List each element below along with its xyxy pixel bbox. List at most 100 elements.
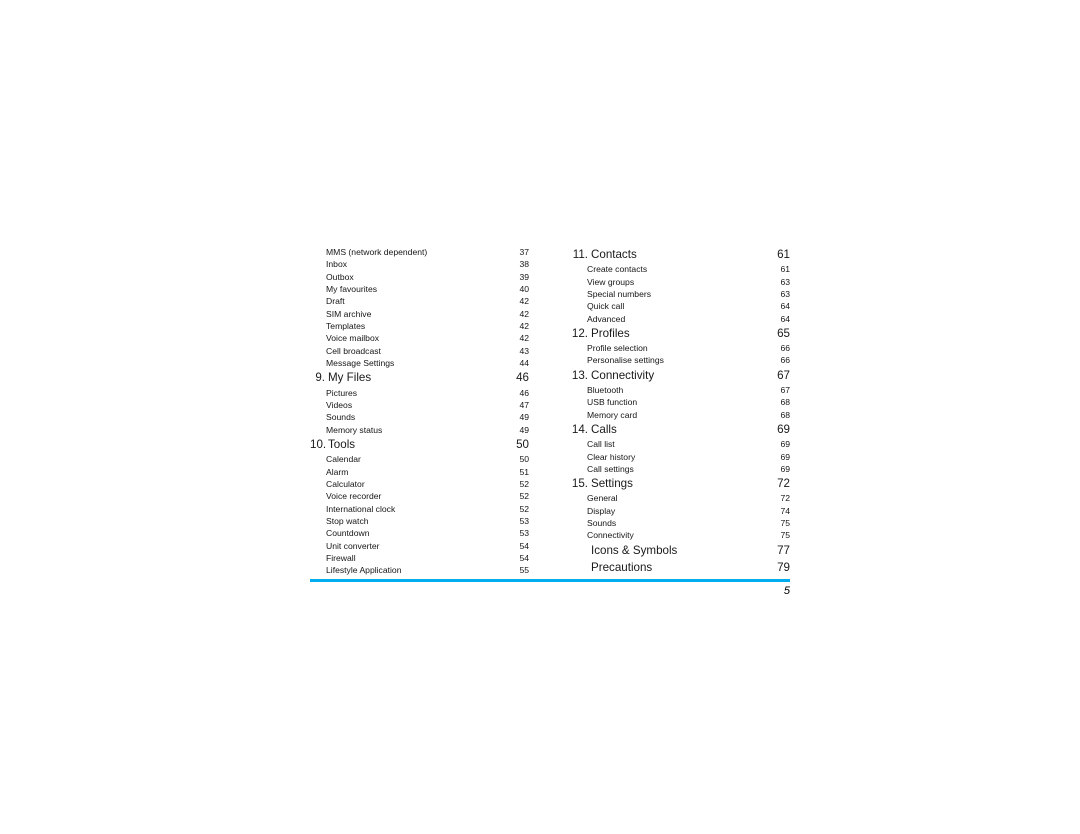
toc-page-number: 68: [780, 397, 790, 408]
toc-page-number: 68: [780, 409, 790, 420]
toc-entry-row[interactable]: Alarm 51: [310, 466, 529, 478]
toc-entry-row[interactable]: SIM archive 42: [310, 308, 529, 320]
toc-label-wrap: Inbox: [310, 258, 347, 270]
toc-label: View groups: [587, 276, 635, 287]
toc-entry-row[interactable]: Clear history 69: [571, 451, 790, 463]
toc-chapter-row[interactable]: 10. Tools 50: [310, 436, 529, 453]
toc-entry-row[interactable]: Countdown 53: [310, 527, 529, 539]
toc-chapter-number: 11.: [572, 248, 588, 261]
toc-chapter-number: 15.: [571, 477, 588, 491]
toc-label-wrap: Firewall: [310, 552, 356, 564]
toc-page-number: 72: [780, 493, 790, 504]
toc-entry-row[interactable]: Firewall 54: [310, 552, 529, 564]
toc-entry-row[interactable]: Draft 42: [310, 295, 529, 307]
toc-entry-row[interactable]: General 72: [571, 492, 790, 504]
toc-entry-row[interactable]: Special numbers 63: [571, 288, 790, 300]
toc-label: My favourites: [326, 284, 378, 295]
toc-label-wrap: Videos: [310, 399, 352, 411]
toc-entry-row[interactable]: MMS (network dependent) 37: [310, 246, 529, 258]
toc-entry-row[interactable]: Templates 42: [310, 320, 529, 332]
toc-chapter-row[interactable]: 14. Calls 69: [571, 421, 790, 438]
toc-label-wrap: Voice recorder: [310, 490, 381, 502]
toc-entry-row[interactable]: Create contacts 61: [571, 263, 790, 275]
toc-entry-row[interactable]: Videos 47: [310, 399, 529, 411]
toc-entry-row[interactable]: International clock 52: [310, 503, 529, 515]
toc-label-wrap: Countdown: [310, 527, 369, 539]
toc-entry-row[interactable]: Display 74: [571, 505, 790, 517]
toc-label: Create contacts: [587, 264, 648, 275]
toc-page-number: 47: [519, 399, 529, 410]
toc-chapter-row[interactable]: 13. Connectivity 67: [571, 367, 790, 384]
toc-entry-row[interactable]: View groups 63: [571, 276, 790, 288]
toc-label: Settings: [591, 477, 633, 491]
toc-page-number: 54: [519, 540, 529, 551]
toc-page-number: 50: [516, 438, 529, 451]
toc-label: Contacts: [591, 248, 637, 261]
toc-label: Draft: [326, 296, 345, 307]
toc-label-wrap: Display: [571, 505, 615, 517]
toc-page-number: 49: [519, 412, 529, 423]
toc-label: Profile selection: [587, 343, 648, 354]
toc-entry-row[interactable]: Stop watch 53: [310, 515, 529, 527]
toc-entry-row[interactable]: Advanced 64: [571, 313, 790, 325]
table-of-contents: MMS (network dependent) 37 Inbox 38 Outbox 39…: [310, 246, 790, 577]
toc-entry-row[interactable]: Calendar 50: [310, 453, 529, 465]
toc-chapter-row[interactable]: Precautions 79: [571, 559, 790, 576]
toc-column-left: MMS (network dependent) 37 Inbox 38 Outbox 39…: [310, 246, 529, 577]
toc-entry-row[interactable]: Unit converter 54: [310, 540, 529, 552]
toc-entry-row[interactable]: Calculator 52: [310, 478, 529, 490]
toc-label-wrap: Voice mailbox: [310, 332, 379, 344]
toc-entry-row[interactable]: Sounds 75: [571, 517, 790, 529]
toc-entry-row[interactable]: Sounds 49: [310, 411, 529, 423]
footer-rule: [310, 579, 790, 582]
toc-label-wrap: Call settings: [571, 463, 634, 475]
toc-chapter-row[interactable]: 9. My Files 46: [310, 369, 529, 386]
toc-entry-row[interactable]: Profile selection 66: [571, 342, 790, 354]
toc-entry-row[interactable]: Lifestyle Application 55: [310, 564, 529, 576]
toc-label: MMS (network dependent): [326, 247, 428, 257]
toc-label-wrap: My favourites: [310, 283, 377, 295]
toc-page-number: 55: [519, 565, 529, 576]
toc-entry-row[interactable]: Connectivity 75: [571, 529, 790, 541]
toc-entry-row[interactable]: USB function 68: [571, 396, 790, 408]
toc-column-right: 11. Contacts 61 Create contacts 61 View group…: [571, 246, 790, 576]
toc-entry-row[interactable]: Quick call 64: [571, 300, 790, 312]
toc-chapter-row[interactable]: Icons & Symbols 77: [571, 542, 790, 559]
toc-label: Countdown: [326, 528, 370, 539]
toc-page-number: 42: [519, 321, 529, 332]
toc-entry-row[interactable]: Call list 69: [571, 438, 790, 450]
toc-page-number: 39: [519, 271, 529, 282]
toc-entry-row[interactable]: Outbox 39: [310, 271, 529, 283]
toc-entry-row[interactable]: Bluetooth 67: [571, 384, 790, 396]
toc-entry-row[interactable]: Message Settings 44: [310, 357, 529, 369]
toc-entry-row[interactable]: Voice mailbox 42: [310, 332, 529, 344]
toc-page-number: 38: [519, 259, 529, 270]
toc-entry-row[interactable]: Memory card 68: [571, 409, 790, 421]
toc-label-wrap: MMS (network dependent): [310, 246, 427, 258]
toc-label: Quick call: [587, 301, 625, 312]
toc-entry-row[interactable]: Memory status 49: [310, 424, 529, 436]
toc-chapter-row[interactable]: 12. Profiles 65: [571, 325, 790, 342]
toc-page-number: 65: [777, 326, 790, 340]
toc-label: Memory card: [587, 409, 638, 420]
toc-label: Lifestyle Application: [326, 565, 402, 576]
toc-page-number: 46: [516, 371, 529, 385]
toc-entry-row[interactable]: Call settings 69: [571, 463, 790, 475]
toc-label: General: [587, 493, 618, 504]
toc-entry-row[interactable]: Pictures 46: [310, 387, 529, 399]
toc-chapter-row[interactable]: 11. Contacts 61: [571, 246, 790, 263]
toc-entry-row[interactable]: Inbox 38: [310, 258, 529, 270]
toc-page-number: 63: [780, 288, 790, 299]
toc-entry-row[interactable]: Voice recorder 52: [310, 490, 529, 502]
toc-entry-row[interactable]: Personalise settings 66: [571, 354, 790, 366]
toc-chapter-row[interactable]: 15. Settings 72: [571, 475, 790, 492]
toc-label: Memory status: [326, 424, 383, 435]
toc-label-wrap: Sounds: [571, 517, 616, 529]
toc-label-wrap: Draft: [310, 295, 345, 307]
toc-entry-row[interactable]: Cell broadcast 43: [310, 345, 529, 357]
toc-label: Sounds: [326, 412, 356, 423]
toc-label: My Files: [328, 371, 372, 385]
toc-label: Precautions: [591, 560, 653, 574]
toc-entry-row[interactable]: My favourites 40: [310, 283, 529, 295]
toc-page-number: 64: [780, 301, 790, 312]
